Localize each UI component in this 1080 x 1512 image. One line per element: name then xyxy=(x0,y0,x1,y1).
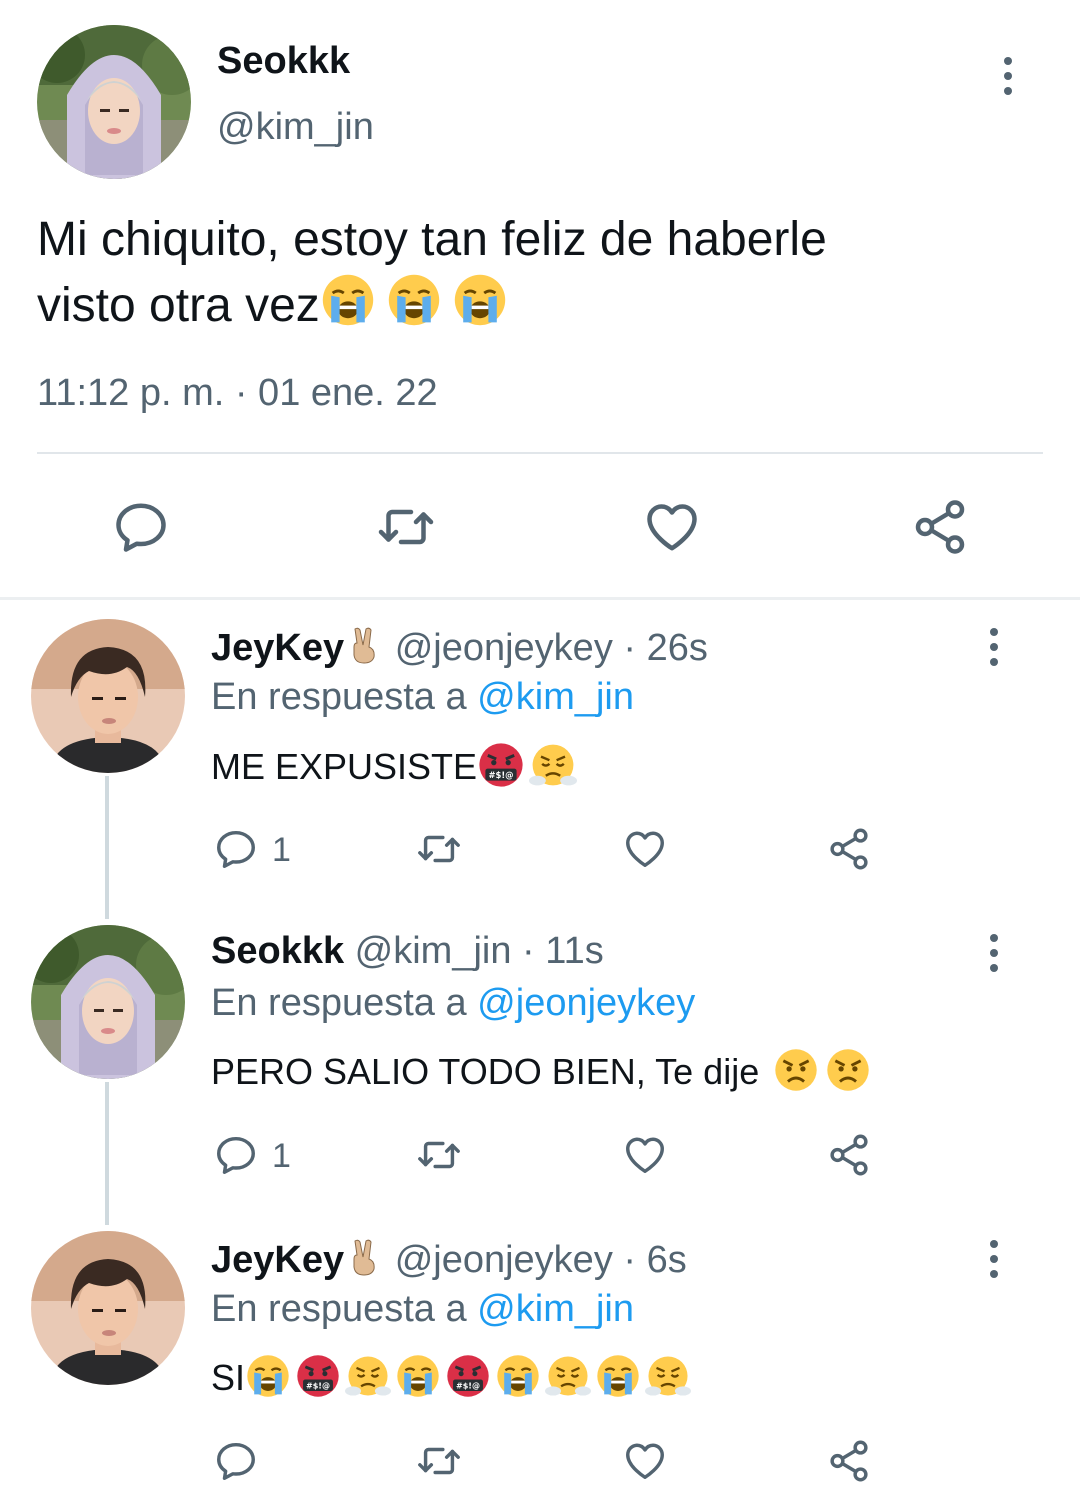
tweet-timestamp[interactable]: 11:12 p. m. · 01 ene. 22 xyxy=(37,372,438,415)
face-with-steam-from-nose-icon xyxy=(529,741,577,798)
thread-line xyxy=(105,1082,109,1225)
more-options-icon[interactable] xyxy=(988,933,1000,973)
reply-text-body: PERO SALIO TODO BIEN, Te dije xyxy=(211,1051,760,1093)
in-reply-handle-link[interactable]: @kim_jin xyxy=(477,1288,634,1330)
reply-avatar[interactable] xyxy=(31,925,185,1079)
reply-time: · 11s xyxy=(522,930,604,972)
face-with-symbols-on-mouth-icon xyxy=(445,1353,491,1408)
reply-icon[interactable] xyxy=(213,1438,259,1484)
in-reply-prefix: En respuesta a xyxy=(211,1288,467,1330)
tweet-text: Mi chiquito, estoy tan feliz de haberle … xyxy=(37,208,1037,345)
thread-line xyxy=(105,776,109,919)
in-reply-handle-link[interactable]: @kim_jin xyxy=(477,676,634,718)
like-icon[interactable] xyxy=(622,826,668,872)
retweet-icon[interactable] xyxy=(416,1438,462,1484)
author-avatar[interactable] xyxy=(37,25,191,179)
reply-icon[interactable] xyxy=(213,826,259,872)
in-reply-to: En respuesta a @jeonjeykey xyxy=(211,982,695,1025)
author-name[interactable]: Seokkk xyxy=(217,40,350,83)
reply-header: Seokkk @kim_jin · 11s xyxy=(211,930,604,973)
loudly-crying-face-icon xyxy=(245,1353,291,1408)
victory-hand-icon xyxy=(344,624,384,676)
face-with-steam-from-nose-icon xyxy=(545,1353,591,1408)
reply-text-body: SI xyxy=(211,1357,246,1399)
reply-header: JeyKey @jeonjeykey · 6s xyxy=(211,1236,687,1288)
share-icon[interactable] xyxy=(826,1438,872,1484)
more-options-icon[interactable] xyxy=(1002,56,1014,96)
reply-author-name[interactable]: JeyKey xyxy=(211,1239,344,1281)
reply-icon[interactable] xyxy=(213,1132,259,1178)
loudly-crying-face-icon xyxy=(320,272,376,345)
angry-face-icon xyxy=(825,1047,871,1102)
angry-face-icon xyxy=(773,1047,819,1102)
retweet-icon[interactable] xyxy=(416,1132,462,1178)
victory-hand-icon xyxy=(344,1236,384,1288)
share-icon[interactable] xyxy=(826,826,872,872)
share-icon[interactable] xyxy=(910,497,970,557)
face-with-steam-from-nose-icon xyxy=(345,1353,391,1408)
face-with-symbols-on-mouth-icon xyxy=(295,1353,341,1408)
section-divider xyxy=(0,597,1080,600)
reply-count: 1 xyxy=(272,1137,291,1175)
reply-author-handle[interactable]: @jeonjeykey xyxy=(395,1239,613,1281)
more-options-icon[interactable] xyxy=(988,627,1000,667)
loudly-crying-face-icon xyxy=(595,1353,641,1408)
in-reply-prefix: En respuesta a xyxy=(211,982,467,1024)
reply-text-body: ME EXPUSISTE xyxy=(211,746,478,788)
more-options-icon[interactable] xyxy=(988,1239,1000,1279)
like-icon[interactable] xyxy=(642,497,702,557)
reply-header: JeyKey @jeonjeykey · 26s xyxy=(211,624,708,676)
in-reply-to: En respuesta a @kim_jin xyxy=(211,676,634,719)
reply-avatar[interactable] xyxy=(31,1231,185,1385)
reply-author-name[interactable]: JeyKey xyxy=(211,627,344,669)
in-reply-prefix: En respuesta a xyxy=(211,676,467,718)
retweet-icon[interactable] xyxy=(376,497,436,557)
reply-text: SI xyxy=(211,1353,691,1408)
like-icon[interactable] xyxy=(622,1132,668,1178)
tweet-text-line2-row: visto otra vez xyxy=(37,272,1037,345)
retweet-icon[interactable] xyxy=(416,826,462,872)
in-reply-handle-link[interactable]: @jeonjeykey xyxy=(477,982,695,1024)
tweet-text-line2: visto otra vez xyxy=(37,279,320,333)
reply-count: 1 xyxy=(272,831,291,869)
face-with-symbols-on-mouth-icon xyxy=(477,741,525,798)
loudly-crying-face-icon xyxy=(495,1353,541,1408)
reply-author-handle[interactable]: @jeonjeykey xyxy=(395,627,613,669)
reply-avatar[interactable] xyxy=(31,619,185,773)
reply-author-handle[interactable]: @kim_jin xyxy=(355,930,512,972)
loudly-crying-face-icon xyxy=(386,272,442,345)
author-handle[interactable]: @kim_jin xyxy=(217,106,374,149)
loudly-crying-face-icon xyxy=(395,1353,441,1408)
reply-time: · 26s xyxy=(623,627,708,670)
loudly-crying-face-icon xyxy=(452,272,508,345)
reply-text: PERO SALIO TODO BIEN, Te dije xyxy=(211,1047,871,1102)
share-icon[interactable] xyxy=(826,1132,872,1178)
face-with-steam-from-nose-icon xyxy=(645,1353,691,1408)
tweet-text-line1: Mi chiquito, estoy tan feliz de haberle xyxy=(37,213,827,266)
reply-time: · 6s xyxy=(623,1239,687,1282)
divider xyxy=(37,452,1043,454)
reply-author-name[interactable]: Seokkk xyxy=(211,930,344,972)
like-icon[interactable] xyxy=(622,1438,668,1484)
reply-icon[interactable] xyxy=(111,497,171,557)
in-reply-to: En respuesta a @kim_jin xyxy=(211,1288,634,1331)
reply-text: ME EXPUSISTE xyxy=(211,741,577,798)
